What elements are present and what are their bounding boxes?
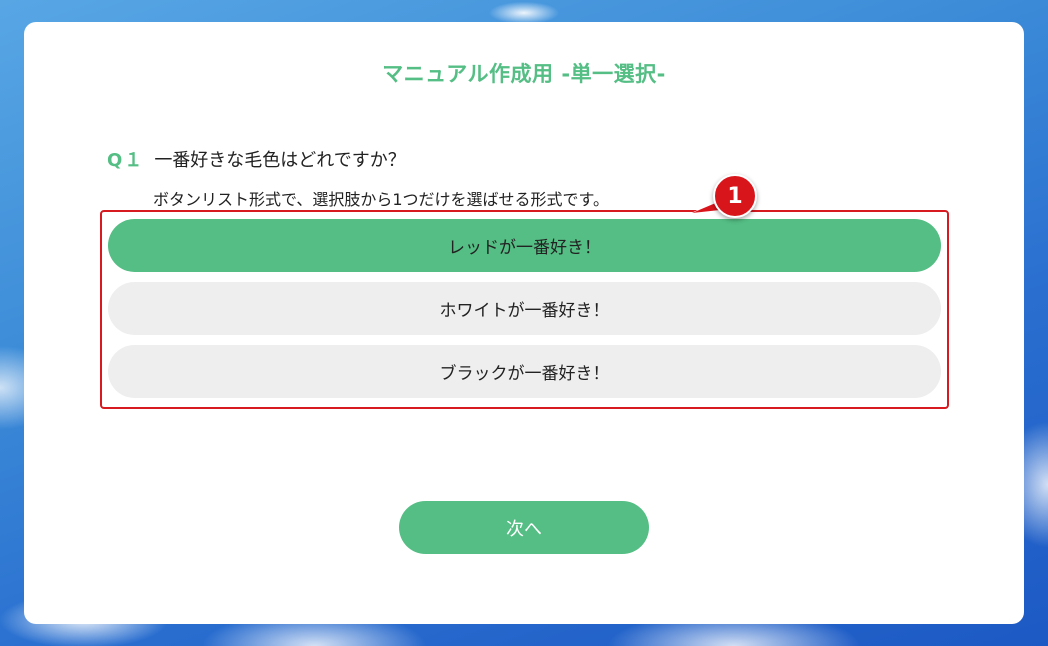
next-button-label: 次へ	[506, 518, 542, 540]
option-label: ホワイトが一番好き！	[439, 301, 610, 321]
callout-badge: 1	[713, 174, 757, 218]
page-title: マニュアル作成用 -単一選択-	[382, 62, 666, 86]
option-group-highlight: レッドが一番好き！ ホワイトが一番好き！ ブラックが一番好き！	[100, 210, 949, 409]
question-text: 一番好きな毛色はどれですか？	[154, 150, 406, 171]
option-red[interactable]: レッドが一番好き！	[108, 219, 941, 272]
next-button[interactable]: 次へ	[399, 501, 649, 554]
survey-card: マニュアル作成用 -単一選択- Q１ 一番好きな毛色はどれですか？ ボタンリスト形…	[24, 22, 1024, 624]
option-white[interactable]: ホワイトが一番好き！	[108, 282, 941, 335]
option-black[interactable]: ブラックが一番好き！	[108, 345, 941, 398]
question-number: Q１	[107, 150, 145, 171]
option-label: ブラックが一番好き！	[439, 364, 610, 384]
question-description: ボタンリスト形式で、選択肢から1つだけを選ばせる形式です。	[153, 190, 609, 209]
option-label: レッドが一番好き！	[448, 238, 601, 258]
question: Q１ 一番好きな毛色はどれですか？	[107, 146, 406, 172]
